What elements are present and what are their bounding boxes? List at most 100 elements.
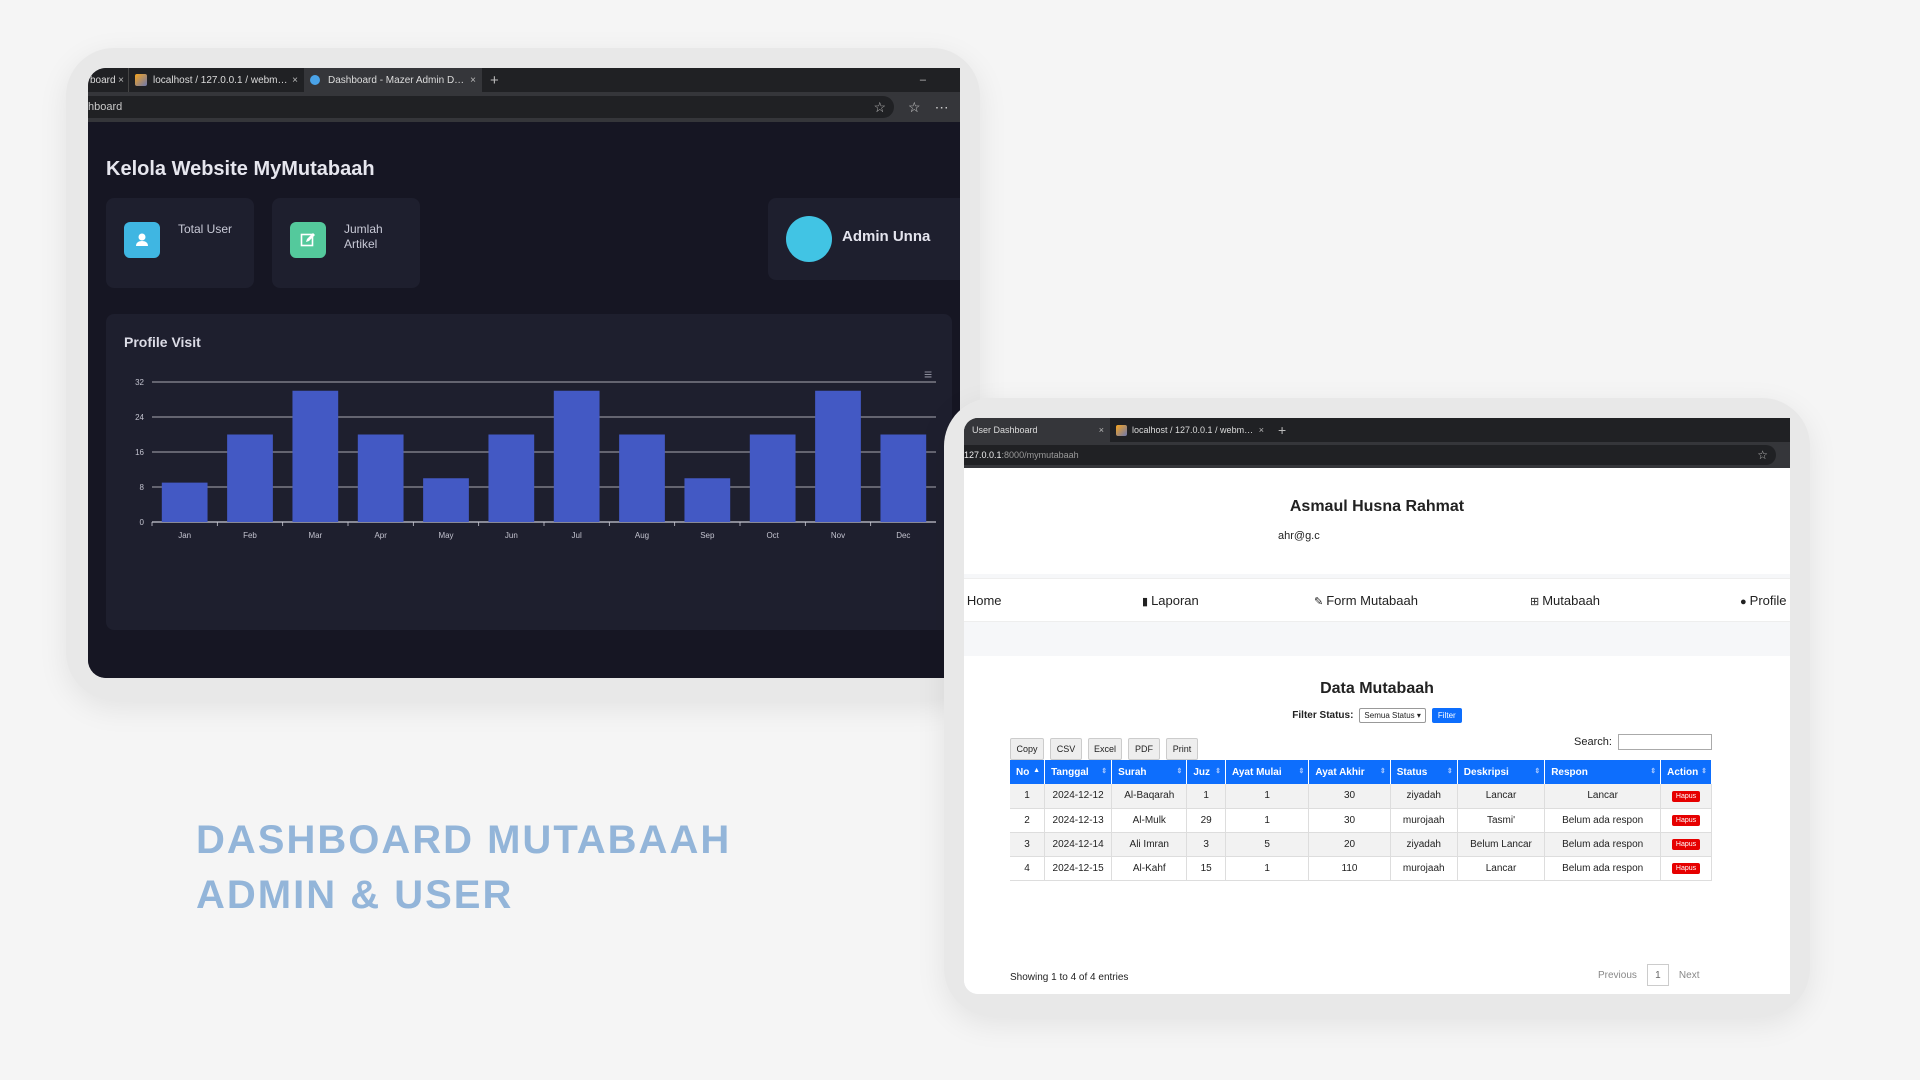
sort-icon: ⇕	[1446, 768, 1453, 775]
previous-button[interactable]: Previous	[1598, 970, 1637, 981]
cell-status: ziyadah	[1390, 784, 1458, 809]
more-menu-icon[interactable]: ⋯	[935, 99, 949, 116]
cell-juz: 15	[1186, 856, 1226, 881]
user-email: ahr@g.c	[1278, 530, 1320, 542]
jumlah-artikel-label: Jumlah Artikel	[344, 222, 383, 251]
col-juz[interactable]: Juz ⇕	[1186, 760, 1226, 784]
new-tab-button[interactable]: +	[490, 72, 499, 89]
table-row: 3 2024-12-14 Ali Imran 3 5 20 ziyadah Be…	[1010, 832, 1712, 857]
nav-label: Profile	[1749, 593, 1787, 608]
admin-tab-2[interactable]: Dashboard - Mazer Admin Dashb ×	[304, 68, 482, 92]
search-input[interactable]	[1618, 734, 1712, 750]
y-tick-label: 16	[135, 448, 144, 457]
cell-surah: Ali Imran	[1111, 832, 1188, 857]
col-respon[interactable]: Respon ⇕	[1544, 760, 1662, 784]
new-tab-button[interactable]: +	[1278, 422, 1286, 438]
data-title: Data Mutabaah	[1320, 680, 1434, 697]
sort-icon: ⇕	[1534, 768, 1541, 775]
close-icon[interactable]: ×	[470, 75, 476, 86]
address-input[interactable]: 127.0.0.1:8000/mymutabaah ☆	[964, 445, 1776, 465]
x-tick-label: May	[438, 531, 453, 540]
hapus-button[interactable]: Hapus	[1671, 863, 1701, 874]
copy-button[interactable]: Copy	[1010, 738, 1044, 760]
user-page: Asmaul Husna Rahmat ahr@g.c •Home ▮Lapor…	[964, 468, 1790, 994]
col-label: Surah	[1118, 766, 1147, 778]
nav-home[interactable]: •Home	[964, 593, 1002, 608]
entries-info: Showing 1 to 4 of 4 entries	[1010, 972, 1129, 983]
next-button[interactable]: Next	[1679, 970, 1700, 981]
close-icon[interactable]: ×	[118, 75, 124, 86]
close-icon[interactable]: ×	[292, 75, 298, 86]
excel-button[interactable]: Excel	[1088, 738, 1122, 760]
bar-apr	[357, 434, 404, 522]
sort-icon: ⇕	[1701, 768, 1707, 775]
jumlah-artikel-card: Jumlah Artikel	[272, 198, 420, 288]
admin-tab-bar: board × localhost / 127.0.0.1 / webmymut…	[88, 68, 960, 92]
status-select[interactable]: Semua Status ▾	[1359, 708, 1426, 723]
user-tab-1[interactable]: localhost / 127.0.0.1 / webmymut ×	[1110, 418, 1270, 442]
table-row: 4 2024-12-15 Al-Kahf 15 1 110 murojaah L…	[1010, 856, 1712, 881]
col-surah[interactable]: Surah ⇕	[1111, 760, 1188, 784]
cell-action: Hapus	[1660, 832, 1712, 857]
favorites-icon[interactable]: ☆	[908, 99, 921, 116]
table-header-row: No ▲ Tanggal ⇕ Surah ⇕ Juz ⇕ Ayat Mulai ⇕ Aya…	[1010, 760, 1712, 784]
hapus-button[interactable]: Hapus	[1671, 839, 1701, 850]
close-icon[interactable]: ×	[1259, 425, 1264, 435]
sort-icon: ⇕	[1650, 768, 1657, 775]
phpmyadmin-icon	[135, 74, 147, 86]
user-name: Asmaul Husna Rahmat	[1289, 498, 1465, 515]
col-action[interactable]: Action ⇕	[1660, 760, 1712, 784]
col-label: Juz	[1193, 766, 1211, 778]
close-icon[interactable]: ×	[1099, 425, 1104, 435]
nav-mutabaah[interactable]: ⊞ Mutabaah	[1530, 593, 1600, 608]
pdf-button[interactable]: PDF	[1128, 738, 1160, 760]
admin-name: Admin Unna	[842, 228, 931, 245]
user-tab-0[interactable]: User Dashboard ×	[964, 418, 1110, 442]
profile-card[interactable]: Admin Unna	[768, 198, 960, 280]
mutabaah-table: No ▲ Tanggal ⇕ Surah ⇕ Juz ⇕ Ayat Mulai ⇕ Aya…	[1010, 760, 1712, 881]
cell-tanggal: 2024-12-12	[1044, 784, 1113, 809]
csv-button[interactable]: CSV	[1050, 738, 1082, 760]
filter-button[interactable]: Filter	[1431, 708, 1462, 723]
cell-respon: Belum ada respon	[1544, 808, 1662, 833]
col-ayat-akhir[interactable]: Ayat Akhir ⇕	[1308, 760, 1391, 784]
bookmark-star-icon[interactable]: ☆	[1757, 448, 1768, 462]
col-no[interactable]: No ▲	[1010, 760, 1046, 784]
col-label: Respon	[1551, 766, 1588, 778]
col-ayat-mulai[interactable]: Ayat Mulai ⇕	[1225, 760, 1310, 784]
cell-status: ziyadah	[1390, 832, 1458, 857]
col-status[interactable]: Status ⇕	[1390, 760, 1458, 784]
user-icon: ●	[1740, 596, 1747, 608]
user-address-bar: 127.0.0.1:8000/mymutabaah ☆	[964, 442, 1790, 468]
cell-ayat-akhir: 30	[1308, 808, 1391, 833]
col-tanggal[interactable]: Tanggal ⇕	[1044, 760, 1113, 784]
cell-no: 2	[1010, 808, 1046, 833]
hapus-button[interactable]: Hapus	[1671, 815, 1701, 826]
nav-profile[interactable]: ● Profile	[1740, 593, 1787, 608]
nav-form-mutabaah[interactable]: ✎ Form Mutabaah	[1314, 593, 1418, 608]
print-button[interactable]: Print	[1166, 738, 1198, 760]
address-input[interactable]: hboard ☆	[88, 96, 894, 118]
minimize-button[interactable]: –	[920, 74, 926, 86]
caption-line-2: ADMIN & USER	[196, 873, 514, 917]
search-label: Search:	[1574, 736, 1612, 748]
cell-respon: Lancar	[1544, 784, 1662, 809]
bar-aug	[619, 434, 665, 522]
sort-icon: ⇕	[1101, 768, 1108, 775]
cell-deskripsi: Tasmi'	[1457, 808, 1546, 833]
nav-laporan[interactable]: ▮ Laporan	[1142, 593, 1199, 608]
bookmark-star-icon[interactable]: ☆	[873, 99, 886, 116]
col-deskripsi[interactable]: Deskripsi ⇕	[1457, 760, 1546, 784]
hapus-button[interactable]: Hapus	[1671, 790, 1701, 802]
admin-tab-1[interactable]: localhost / 127.0.0.1 / webmymut ×	[128, 68, 304, 92]
pagination: Previous 1 Next	[1598, 964, 1699, 986]
page-1-button[interactable]: 1	[1646, 964, 1669, 986]
cell-action: Hapus	[1660, 808, 1712, 833]
admin-tab-0[interactable]: board ×	[88, 68, 128, 92]
cell-juz: 29	[1186, 808, 1226, 833]
col-label: Ayat Akhir	[1315, 766, 1365, 778]
bar-jun	[488, 434, 535, 522]
cell-status: murojaah	[1390, 808, 1458, 833]
tab-label: localhost / 127.0.0.1 / webmymut	[1132, 425, 1255, 435]
user-browser-window: User Dashboard × localhost / 127.0.0.1 /…	[964, 418, 1790, 994]
